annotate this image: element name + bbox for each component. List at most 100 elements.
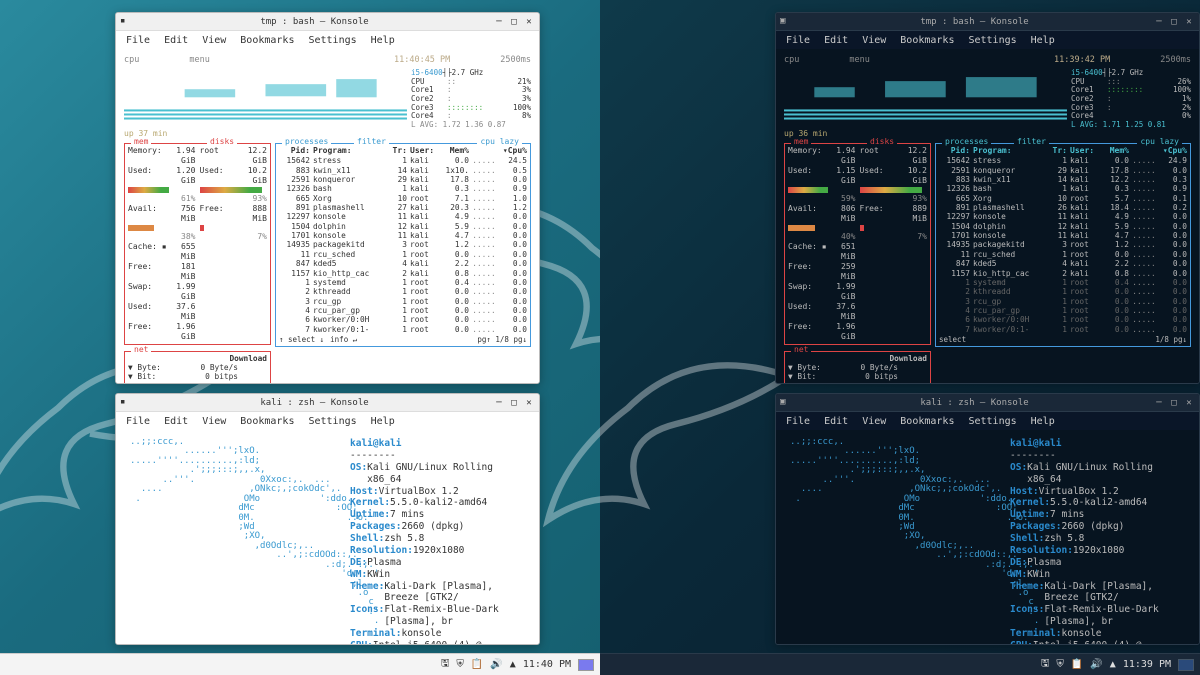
process-row[interactable]: 11rcu_sched1root0.0.....0.0 bbox=[279, 250, 527, 259]
process-row[interactable]: 3rcu_gp1root0.0.....0.0 bbox=[939, 297, 1187, 306]
menu-view[interactable]: View bbox=[862, 35, 886, 46]
menu-settings[interactable]: Settings bbox=[968, 35, 1016, 46]
process-row[interactable]: 1157kio_http_cac2kali0.8.....0.0 bbox=[939, 269, 1187, 278]
menu-view[interactable]: View bbox=[202, 35, 226, 46]
menu-view[interactable]: View bbox=[862, 416, 886, 427]
process-row[interactable]: 1504dolphin12kali5.9.....0.0 bbox=[279, 222, 527, 231]
process-row[interactable]: 15642stress1kali0.0.....24.5 bbox=[279, 156, 527, 165]
menu-view[interactable]: View bbox=[202, 416, 226, 427]
titlebar[interactable]: ▪ tmp : bash — Konsole ─ □ ✕ bbox=[116, 13, 539, 31]
proc-select[interactable]: select bbox=[939, 335, 966, 344]
process-row[interactable]: 1systemd1root0.4.....0.0 bbox=[939, 278, 1187, 287]
proc-page[interactable]: 1/8 pg↓ bbox=[1155, 335, 1187, 344]
menu-bookmarks[interactable]: Bookmarks bbox=[240, 416, 294, 427]
process-row[interactable]: 665Xorg10root7.1.....1.0 bbox=[279, 194, 527, 203]
menu-edit[interactable]: Edit bbox=[824, 35, 848, 46]
process-row[interactable]: 1701konsole11kali4.7.....0.0 bbox=[279, 231, 527, 240]
process-row[interactable]: 14935packagekitd3root1.2.....0.0 bbox=[279, 240, 527, 249]
process-row[interactable]: 12326bash1kali0.3.....0.9 bbox=[939, 184, 1187, 193]
menu-help[interactable]: Help bbox=[1031, 35, 1055, 46]
tab-menu[interactable]: menu bbox=[849, 55, 869, 65]
menu-settings[interactable]: Settings bbox=[308, 416, 356, 427]
process-row[interactable]: 891plasmashell27kali20.3.....1.2 bbox=[279, 203, 527, 212]
process-row[interactable]: 847kded54kali2.2.....0.0 bbox=[279, 259, 527, 268]
menu-file[interactable]: File bbox=[786, 416, 810, 427]
process-row[interactable]: 3rcu_gp1root0.0.....0.0 bbox=[279, 297, 527, 306]
window-neofetch-light[interactable]: ▪ kali : zsh — Konsole ─ □ ✕ File Edit Vie… bbox=[115, 393, 540, 645]
process-row[interactable]: 665Xorg10root5.7.....0.1 bbox=[939, 194, 1187, 203]
process-row[interactable]: 1504dolphin12kali5.9.....0.0 bbox=[939, 222, 1187, 231]
window-bashtop-light[interactable]: ▪ tmp : bash — Konsole ─ □ ✕ File Edit Vie… bbox=[115, 12, 540, 384]
menu-edit[interactable]: Edit bbox=[824, 416, 848, 427]
storage-icon[interactable]: 🖫 bbox=[1041, 656, 1050, 673]
process-row[interactable]: 7kworker/0:1-1root0.0.....0.0 bbox=[279, 325, 527, 334]
taskbar-clock[interactable]: 11:40 PM bbox=[523, 659, 571, 670]
titlebar[interactable]: ▣ tmp : bash — Konsole ─ □ ✕ bbox=[776, 13, 1199, 31]
menu-bookmarks[interactable]: Bookmarks bbox=[240, 35, 294, 46]
process-row[interactable]: 847kded54kali2.2.....0.0 bbox=[939, 259, 1187, 268]
window-bashtop-dark[interactable]: ▣ tmp : bash — Konsole ─ □ ✕ File Edit Vie… bbox=[775, 12, 1200, 384]
process-row[interactable]: 2kthreadd1root0.0.....0.0 bbox=[279, 287, 527, 296]
volume-icon[interactable]: 🔊 bbox=[1090, 659, 1102, 670]
process-row[interactable]: 6kworker/0:0H1root0.0.....0.0 bbox=[939, 315, 1187, 324]
taskbar[interactable]: 🖫 ⛨ 📋 🔊 ▲ 11:39 PM bbox=[600, 653, 1200, 675]
menu-help[interactable]: Help bbox=[1031, 416, 1055, 427]
process-row[interactable]: 4rcu_par_gp1root0.0.....0.0 bbox=[939, 306, 1187, 315]
process-row[interactable]: 1157kio_http_cac2kali0.8.....0.0 bbox=[279, 269, 527, 278]
tab-cpu[interactable]: cpu bbox=[124, 55, 139, 65]
minimize-button[interactable]: ─ bbox=[1153, 16, 1165, 28]
menu-bookmarks[interactable]: Bookmarks bbox=[900, 416, 954, 427]
proc-select[interactable]: ↑ select ↓ bbox=[279, 335, 324, 344]
titlebar[interactable]: ▣ kali : zsh — Konsole ─ □ ✕ bbox=[776, 394, 1199, 412]
show-desktop-button[interactable] bbox=[1178, 659, 1194, 671]
proc-info[interactable]: info ↵ bbox=[330, 335, 357, 344]
process-row[interactable]: 883kwin_x1114kali12.2.....0.3 bbox=[939, 175, 1187, 184]
maximize-button[interactable]: □ bbox=[1168, 16, 1180, 28]
chevron-up-icon[interactable]: ▲ bbox=[510, 659, 516, 670]
show-desktop-button[interactable] bbox=[578, 659, 594, 671]
minimize-button[interactable]: ─ bbox=[1153, 397, 1165, 409]
menu-settings[interactable]: Settings bbox=[968, 416, 1016, 427]
menu-file[interactable]: File bbox=[126, 35, 150, 46]
titlebar[interactable]: ▪ kali : zsh — Konsole ─ □ ✕ bbox=[116, 394, 539, 412]
storage-icon[interactable]: 🖫 bbox=[441, 656, 450, 673]
clipboard-icon[interactable]: 📋 bbox=[471, 659, 483, 670]
process-row[interactable]: 12326bash1kali0.3.....0.9 bbox=[279, 184, 527, 193]
maximize-button[interactable]: □ bbox=[1168, 397, 1180, 409]
close-button[interactable]: ✕ bbox=[523, 16, 535, 28]
window-neofetch-dark[interactable]: ▣ kali : zsh — Konsole ─ □ ✕ File Edit Vie… bbox=[775, 393, 1200, 645]
chevron-up-icon[interactable]: ▲ bbox=[1110, 659, 1116, 670]
menu-edit[interactable]: Edit bbox=[164, 416, 188, 427]
process-row[interactable]: 11rcu_sched1root0.0.....0.0 bbox=[939, 250, 1187, 259]
process-row[interactable]: 7kworker/0:1-1root0.0.....0.0 bbox=[939, 325, 1187, 334]
close-button[interactable]: ✕ bbox=[1183, 16, 1195, 28]
shield-icon[interactable]: ⛨ bbox=[1056, 659, 1064, 670]
shield-icon[interactable]: ⛨ bbox=[456, 659, 464, 670]
process-row[interactable]: 1701konsole11kali4.7.....0.0 bbox=[939, 231, 1187, 240]
process-row[interactable]: 15642stress1kali0.0.....24.9 bbox=[939, 156, 1187, 165]
menu-file[interactable]: File bbox=[126, 416, 150, 427]
menu-help[interactable]: Help bbox=[371, 35, 395, 46]
taskbar[interactable]: 🖫 ⛨ 📋 🔊 ▲ 11:40 PM bbox=[0, 653, 600, 675]
menu-file[interactable]: File bbox=[786, 35, 810, 46]
process-row[interactable]: 12297konsole11kali4.9.....0.0 bbox=[939, 212, 1187, 221]
tab-cpu[interactable]: cpu bbox=[784, 55, 799, 65]
process-row[interactable]: 2591konqueror29kali17.8.....0.0 bbox=[939, 166, 1187, 175]
close-button[interactable]: ✕ bbox=[1183, 397, 1195, 409]
process-row[interactable]: 12297konsole11kali4.9.....0.0 bbox=[279, 212, 527, 221]
process-row[interactable]: 2591konqueror29kali17.8.....0.0 bbox=[279, 175, 527, 184]
maximize-button[interactable]: □ bbox=[508, 16, 520, 28]
clipboard-icon[interactable]: 📋 bbox=[1071, 659, 1083, 670]
process-row[interactable]: 2kthreadd1root0.0.....0.0 bbox=[939, 287, 1187, 296]
menu-edit[interactable]: Edit bbox=[164, 35, 188, 46]
menu-settings[interactable]: Settings bbox=[308, 35, 356, 46]
menu-help[interactable]: Help bbox=[371, 416, 395, 427]
volume-icon[interactable]: 🔊 bbox=[490, 659, 502, 670]
process-row[interactable]: 891plasmashell26kali18.4.....0.2 bbox=[939, 203, 1187, 212]
menu-bookmarks[interactable]: Bookmarks bbox=[900, 35, 954, 46]
process-row[interactable]: 14935packagekitd3root1.2.....0.0 bbox=[939, 240, 1187, 249]
process-row[interactable]: 883kwin_x1114kali1x10......0.5 bbox=[279, 166, 527, 175]
tab-menu[interactable]: menu bbox=[189, 55, 209, 65]
process-row[interactable]: 6kworker/0:0H1root0.0.....0.0 bbox=[279, 315, 527, 324]
taskbar-clock[interactable]: 11:39 PM bbox=[1123, 659, 1171, 670]
